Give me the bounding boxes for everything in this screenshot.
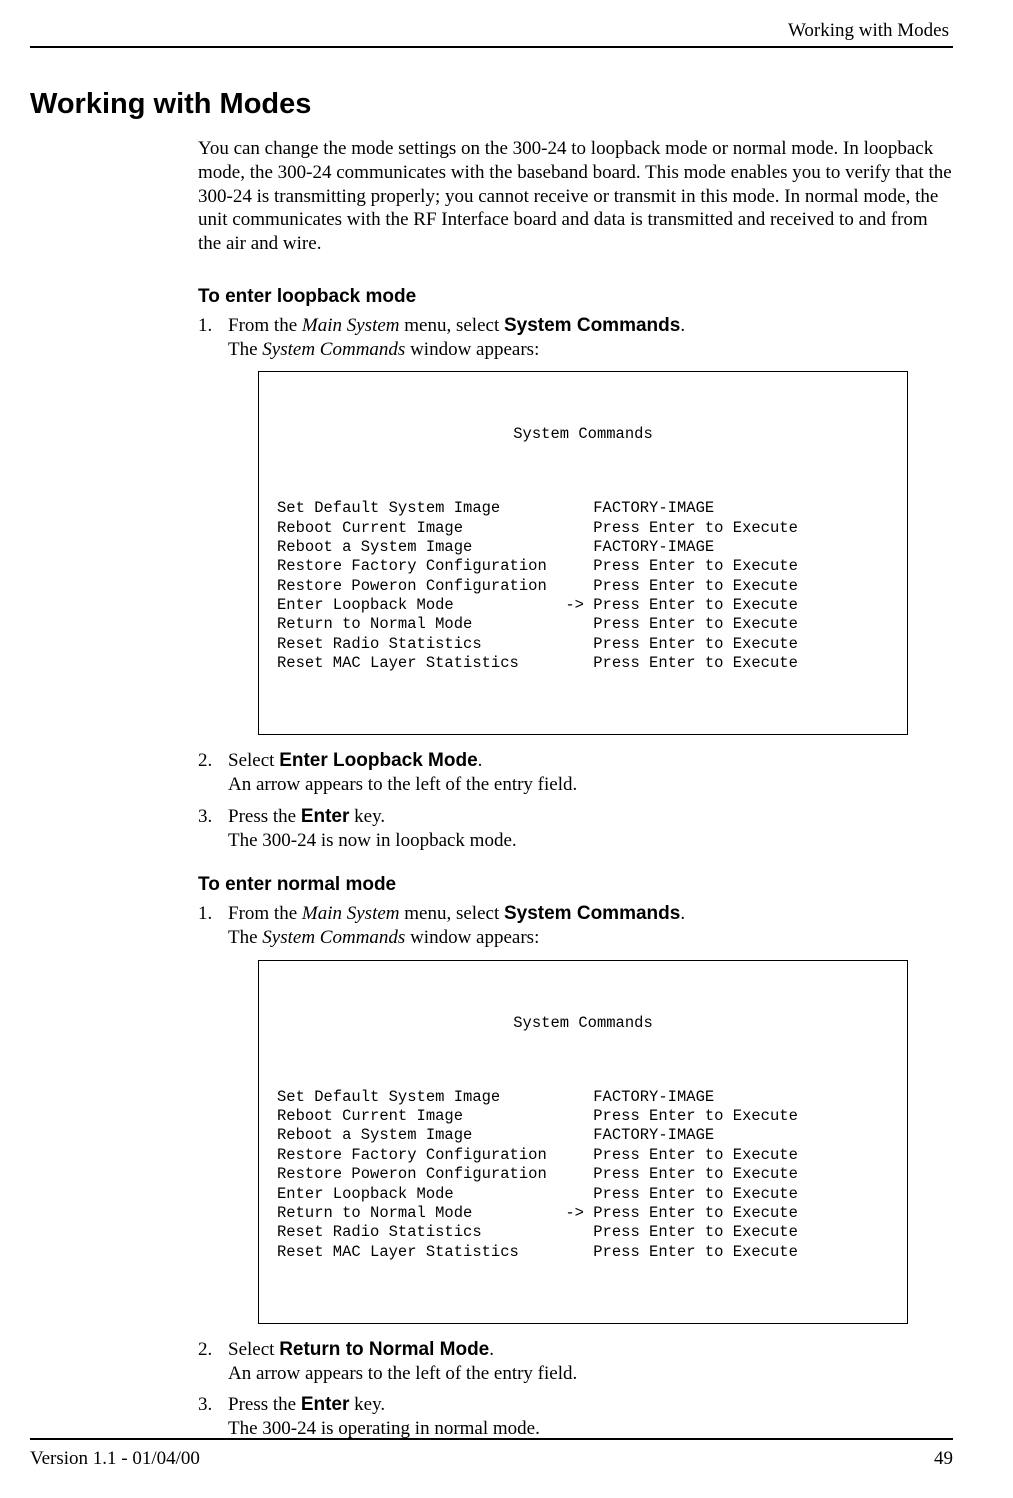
step-text: Press the Enter key.	[228, 1394, 385, 1415]
intro-paragraph: You can change the mode settings on the …	[198, 137, 953, 256]
step-number: 3.	[198, 1393, 212, 1417]
normal-step-2: 2. Select Return to Normal Mode. An arro…	[198, 1338, 953, 1386]
loopback-subhead: To enter loopback mode	[198, 286, 953, 308]
step-number: 3.	[198, 805, 212, 829]
footer-page-number: 49	[934, 1448, 953, 1470]
header-rule	[30, 46, 953, 48]
loopback-terminal: System Commands Set Default System Image…	[258, 371, 908, 735]
terminal-title: System Commands	[277, 425, 889, 444]
normal-subhead: To enter normal mode	[198, 874, 953, 896]
footer-rule	[30, 1438, 953, 1440]
step-result: The 300-24 is operating in normal mode.	[228, 1418, 540, 1439]
terminal-title: System Commands	[277, 1014, 889, 1033]
normal-steps: 1. From the Main System menu, select Sys…	[198, 902, 953, 1441]
step-result: The System Commands window appears:	[228, 339, 539, 360]
step-text: Select Enter Loopback Mode.	[228, 750, 482, 771]
step-text: Select Return to Normal Mode.	[228, 1339, 494, 1360]
footer-version: Version 1.1 - 01/04/00	[30, 1448, 200, 1470]
step-result: An arrow appears to the left of the entr…	[228, 774, 577, 795]
step-text: Press the Enter key.	[228, 806, 385, 827]
step-result: The 300-24 is now in loopback mode.	[228, 830, 517, 851]
loopback-step-2: 2. Select Enter Loopback Mode. An arrow …	[198, 749, 953, 797]
step-number: 2.	[198, 1338, 212, 1362]
normal-step-3: 3. Press the Enter key. The 300-24 is op…	[198, 1393, 953, 1441]
running-header: Working with Modes	[30, 20, 953, 42]
step-result: An arrow appears to the left of the entr…	[228, 1363, 577, 1384]
step-number: 1.	[198, 314, 212, 338]
page-footer: Version 1.1 - 01/04/00 49	[30, 1438, 953, 1470]
section-title: Working with Modes	[30, 88, 953, 121]
loopback-steps: 1. From the Main System menu, select Sys…	[198, 314, 953, 853]
step-result: The System Commands window appears:	[228, 927, 539, 948]
loopback-step-3: 3. Press the Enter key. The 300-24 is no…	[198, 805, 953, 853]
normal-terminal: System Commands Set Default System Image…	[258, 960, 908, 1324]
step-number: 1.	[198, 902, 212, 926]
step-number: 2.	[198, 749, 212, 773]
loopback-step-1: 1. From the Main System menu, select Sys…	[198, 314, 953, 736]
terminal-body: Set Default System Image FACTORY-IMAGE R…	[277, 1088, 889, 1262]
step-text: From the Main System menu, select System…	[228, 903, 685, 924]
normal-step-1: 1. From the Main System menu, select Sys…	[198, 902, 953, 1324]
terminal-body: Set Default System Image FACTORY-IMAGE R…	[277, 499, 889, 673]
step-text: From the Main System menu, select System…	[228, 315, 685, 336]
